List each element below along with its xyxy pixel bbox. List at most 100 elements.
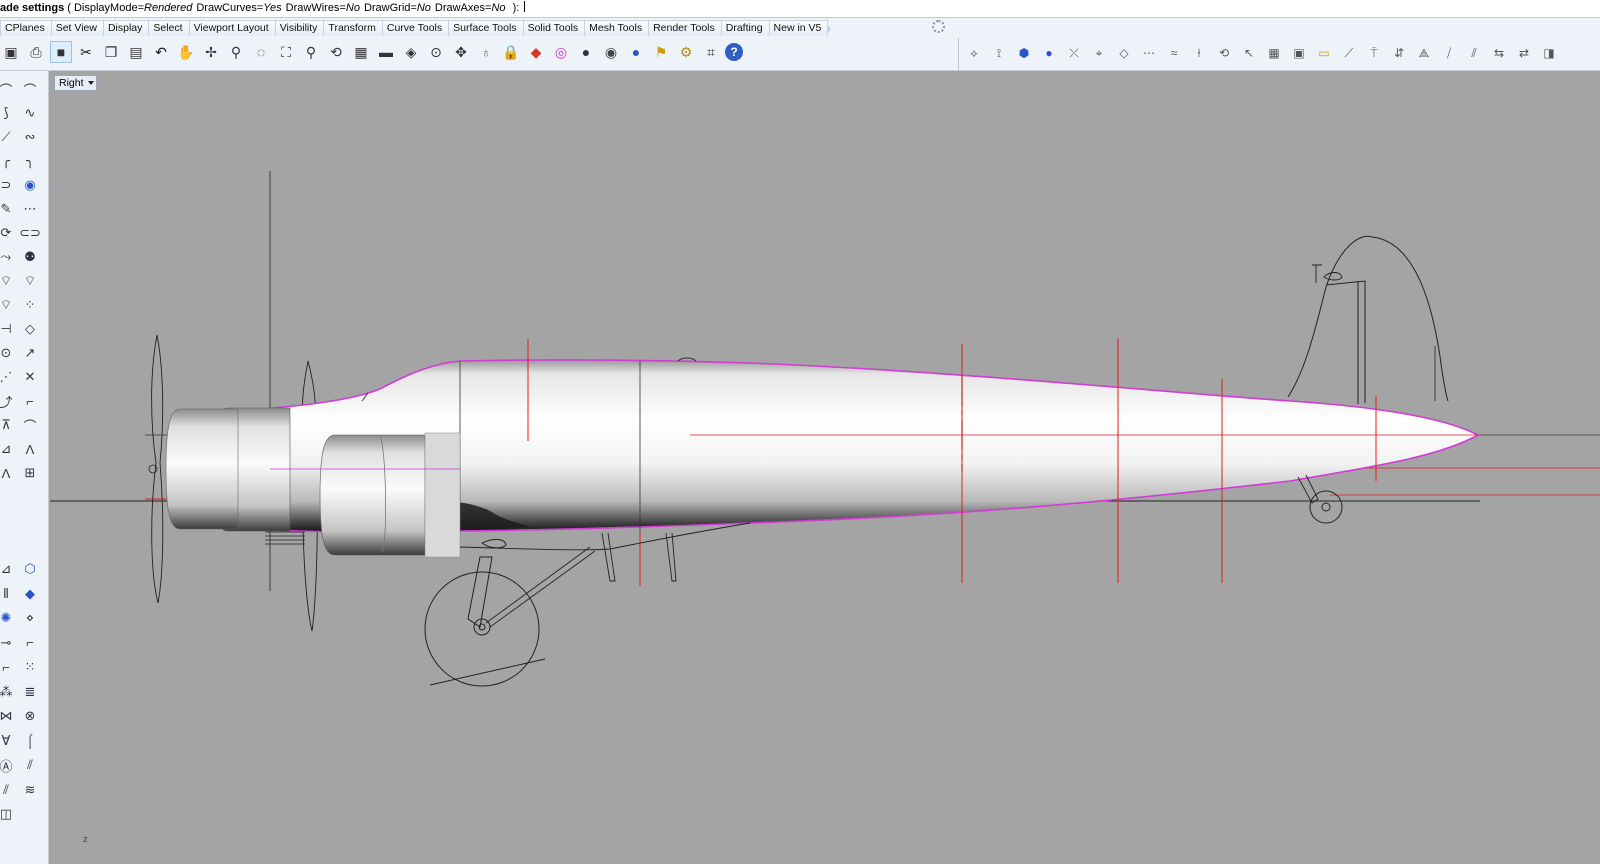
command-line[interactable]: ade settings ( DisplayMode=Rendered DrawC… <box>0 0 1600 18</box>
engine-cowling-front[interactable] <box>165 408 239 530</box>
render-icon[interactable]: ● <box>625 41 647 63</box>
arrow-line-icon[interactable]: ↗ <box>20 343 40 363</box>
curve-node-icon[interactable]: ⤴ <box>0 391 16 411</box>
extrude-icon[interactable]: ⟋ <box>1339 43 1359 63</box>
fair-icon[interactable]: ⌔ <box>0 295 16 315</box>
zoom-window-icon[interactable]: ◌ <box>250 41 272 63</box>
cut-icon[interactable]: ✂ <box>75 41 97 63</box>
fit-icon[interactable]: ⌔ <box>0 271 16 291</box>
corner-icon[interactable]: ⌐ <box>0 657 16 677</box>
surface-edit-icon[interactable]: ◫ <box>0 804 16 824</box>
viewport-menu-caret-icon[interactable] <box>87 81 94 85</box>
gear-surface-icon[interactable]: ✺ <box>0 608 16 628</box>
control-points-icon[interactable]: ⋯ <box>1139 43 1159 63</box>
split-icon[interactable]: ⊣ <box>0 319 16 339</box>
undo-view-icon[interactable]: ⟲ <box>325 41 347 63</box>
four-viewports-icon[interactable]: ▦ <box>350 41 372 63</box>
set-cplane-icon[interactable]: ◈ <box>400 41 422 63</box>
delete-point-icon[interactable]: ✕ <box>20 367 40 387</box>
print-icon[interactable]: ⎙ <box>25 41 47 63</box>
arc-tangent-icon[interactable]: ⌒ <box>20 79 40 99</box>
arc-dashed-icon[interactable]: ⌒ <box>20 415 40 435</box>
triangle-icon[interactable]: ⟁ <box>1414 43 1434 63</box>
shade-sphere-icon[interactable]: ● <box>575 41 597 63</box>
dashed-line-icon[interactable]: ⋰ <box>0 367 16 387</box>
tab-options-gear-icon[interactable] <box>932 20 945 33</box>
strip-icon[interactable]: ⫽ <box>20 755 40 775</box>
a-text-icon[interactable]: Ⓐ <box>0 755 16 775</box>
slash-icon[interactable]: ⫽ <box>0 780 16 800</box>
stair-icon[interactable]: ⌐ <box>20 633 40 653</box>
zoom-selected-icon[interactable]: ⚲ <box>300 41 322 63</box>
zoom-extents-icon[interactable]: ⛶ <box>275 41 297 63</box>
save-disk-icon[interactable]: ▣ <box>1289 43 1309 63</box>
box-edit-icon[interactable]: ◨ <box>1539 43 1559 63</box>
command-option[interactable]: DrawCurves=Yes <box>196 2 281 14</box>
points-icon[interactable]: ⁘ <box>20 295 40 315</box>
pointer-flag-icon[interactable]: ⚑ <box>650 41 672 63</box>
help-icon[interactable]: ? <box>725 43 743 61</box>
copy-icon[interactable]: ❐ <box>100 41 122 63</box>
walk-icon[interactable]: ⤳ <box>0 247 16 267</box>
move-icon[interactable]: ✥ <box>450 41 472 63</box>
rendered-sphere-icon[interactable]: ◉ <box>600 41 622 63</box>
chain-mesh-icon[interactable]: ⊗ <box>20 706 40 726</box>
loft-icon[interactable]: ⫽ <box>1464 43 1484 63</box>
tab-select[interactable]: Select <box>148 19 193 36</box>
viewport-title[interactable]: Right <box>54 75 97 91</box>
tab-render-tools[interactable]: Render Tools <box>648 19 725 36</box>
tail-wheel[interactable] <box>1309 490 1343 524</box>
wave-icon[interactable]: ≋ <box>20 780 40 800</box>
named-views-icon[interactable]: ▬ <box>375 41 397 63</box>
main-wheel[interactable] <box>424 571 540 687</box>
node-icon[interactable]: ⋄ <box>20 608 40 628</box>
arc-icon[interactable]: ⌒ <box>0 79 16 99</box>
ladder-icon[interactable]: ≣ <box>20 682 40 702</box>
curve-point-icon[interactable]: ⤫ <box>1064 43 1084 63</box>
sweep-icon[interactable]: ⧸ <box>1439 43 1459 63</box>
command-option[interactable]: DrawAxes=No <box>435 2 506 14</box>
viewport-right[interactable]: Right z <box>50 71 1600 864</box>
scatter-icon[interactable]: ⁂ <box>0 682 16 702</box>
arrow-select-icon[interactable]: ↖ <box>1239 43 1259 63</box>
tab-viewport-layout[interactable]: Viewport Layout <box>188 19 279 36</box>
deg-icon[interactable]: ⌔ <box>20 271 40 291</box>
surface-icon[interactable]: ⊿ <box>0 439 16 459</box>
model-view[interactable] <box>50 71 1600 864</box>
arrow-both-icon[interactable]: ⇄ <box>1514 43 1534 63</box>
curve-interp-icon[interactable]: ∿ <box>20 103 40 123</box>
people-icon[interactable]: ⚉ <box>20 247 40 267</box>
layer-icon[interactable]: ◆ <box>525 41 547 63</box>
freeform-icon[interactable]: ∾ <box>20 127 40 147</box>
pan-hand-icon[interactable]: ✋ <box>175 41 197 63</box>
offset-icon[interactable]: ⊃ <box>0 175 16 195</box>
sphere-drop-icon[interactable]: ◉ <box>20 175 40 195</box>
a-frame-icon[interactable]: Ʌ <box>0 463 16 483</box>
command-option[interactable]: DrawGrid=No <box>364 2 431 14</box>
tab-set-view[interactable]: Set View <box>50 19 108 36</box>
cross-network-icon[interactable]: ⋈ <box>0 706 16 726</box>
save-icon[interactable]: ▣ <box>0 41 22 63</box>
options-gear-icon[interactable]: ⚙ <box>675 41 697 63</box>
engine-nacelle[interactable] <box>319 434 426 556</box>
bend-icon[interactable]: ⌠ <box>20 731 40 751</box>
color-wheel-icon[interactable]: ◎ <box>550 41 572 63</box>
sphere-icon[interactable]: ● <box>1039 43 1059 63</box>
point-axis-icon[interactable]: ⟟ <box>989 43 1009 63</box>
tab-new-in-v5[interactable]: New in V5 <box>768 19 832 36</box>
tab-drafting[interactable]: Drafting <box>720 19 773 36</box>
curve-blend-icon[interactable]: ⟆ <box>0 103 16 123</box>
vertical-icon[interactable]: ⍿ <box>1189 43 1209 63</box>
rebuild-icon[interactable]: ≈ <box>1164 43 1184 63</box>
double-arrow-icon[interactable]: ⇆ <box>1489 43 1509 63</box>
dot-grid-icon[interactable]: ⁙ <box>20 657 40 677</box>
polyline-icon[interactable]: ⟋ <box>0 127 16 147</box>
rotate-icon[interactable]: ⟳ <box>0 223 16 243</box>
tab-mesh-tools[interactable]: Mesh Tools <box>584 19 652 36</box>
cplane-origin-icon[interactable]: ⊙ <box>425 41 447 63</box>
hook-icon[interactable]: ⌐ <box>20 391 40 411</box>
point-icon[interactable]: ⟡ <box>964 43 984 63</box>
mirror-icon[interactable]: ⫴ <box>0 584 16 604</box>
table-icon[interactable]: ▦ <box>1264 43 1284 63</box>
sphere-point-icon[interactable]: ⬢ <box>1014 43 1034 63</box>
